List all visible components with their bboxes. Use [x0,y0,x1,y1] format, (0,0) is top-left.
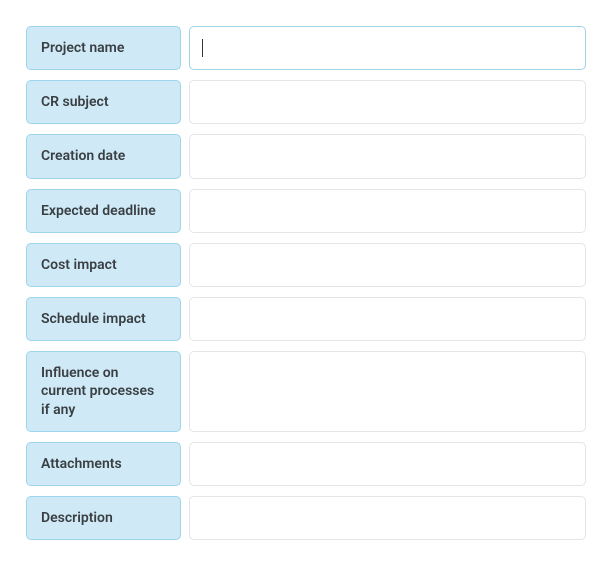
row-cost-impact: Cost impact [26,243,586,287]
input-influence[interactable] [189,351,586,432]
input-schedule-impact[interactable] [189,297,586,341]
row-cr-subject: CR subject [26,80,586,124]
change-request-form: Project name CR subject Creation date Ex… [26,26,586,540]
label-text: Description [41,509,113,527]
label-description: Description [26,496,181,540]
row-project-name: Project name [26,26,586,70]
label-cost-impact: Cost impact [26,243,181,287]
input-project-name[interactable] [189,26,586,70]
input-description[interactable] [189,496,586,540]
label-cr-subject: CR subject [26,80,181,124]
text-cursor [202,39,203,57]
label-text: CR subject [41,93,109,111]
label-text: Cost impact [41,256,117,274]
label-text: Attachments [41,455,122,473]
label-text: Expected deadline [41,202,156,220]
label-text: Influence on current processes if any [41,364,166,419]
row-influence: Influence on current processes if any [26,351,586,432]
label-project-name: Project name [26,26,181,70]
label-influence: Influence on current processes if any [26,351,181,432]
label-text: Project name [41,39,124,57]
row-creation-date: Creation date [26,134,586,178]
label-text: Creation date [41,147,125,165]
input-expected-deadline[interactable] [189,189,586,233]
input-cost-impact[interactable] [189,243,586,287]
row-expected-deadline: Expected deadline [26,189,586,233]
row-description: Description [26,496,586,540]
input-cr-subject[interactable] [189,80,586,124]
row-schedule-impact: Schedule impact [26,297,586,341]
label-attachments: Attachments [26,442,181,486]
label-expected-deadline: Expected deadline [26,189,181,233]
label-schedule-impact: Schedule impact [26,297,181,341]
label-creation-date: Creation date [26,134,181,178]
label-text: Schedule impact [41,310,146,328]
input-attachments[interactable] [189,442,586,486]
row-attachments: Attachments [26,442,586,486]
input-creation-date[interactable] [189,134,586,178]
